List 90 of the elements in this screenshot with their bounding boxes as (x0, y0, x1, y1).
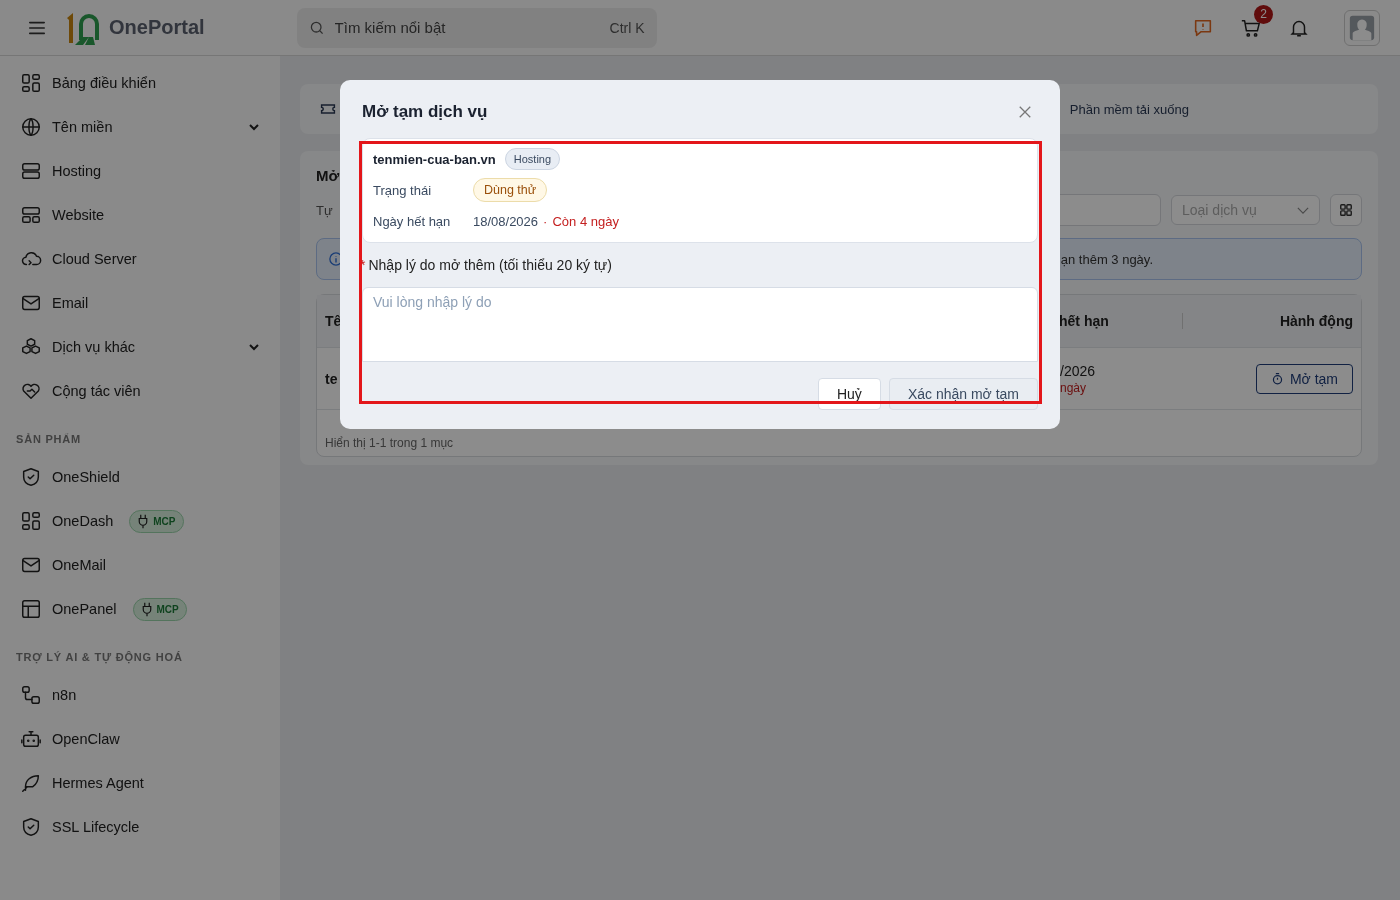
sidebar-item[interactable]: Hermes Agent (0, 761, 280, 805)
sidebar-item[interactable]: OpenClaw (0, 717, 280, 761)
sidebar-item[interactable]: Tên miền (0, 105, 280, 149)
panel-icon (20, 598, 42, 620)
sidebar-item[interactable]: Email (0, 281, 280, 325)
grid-icon (1339, 203, 1353, 217)
sidebar-item[interactable]: Bảng điều khiển (0, 61, 280, 105)
chevron-down-icon[interactable] (248, 343, 260, 351)
search-input[interactable]: Tìm kiếm nổi bật (332, 18, 610, 37)
column-header: Hành động (1278, 313, 1354, 329)
sidebar-item[interactable]: Cloud Server (0, 237, 280, 281)
section-heading: SẢN PHẨM (15, 432, 83, 447)
field-label: Trạng thái (373, 182, 433, 198)
item-label: Dịch vụ khác (52, 339, 135, 355)
view-toggle-button[interactable] (1330, 194, 1362, 226)
remaining-days: Còn 4 ngày (552, 213, 619, 229)
dashboard-icon (20, 510, 42, 532)
item-label: OneShield (52, 469, 120, 485)
globe-icon (20, 116, 42, 138)
plug-icon (140, 601, 153, 617)
user-silhouette-icon (1348, 13, 1376, 42)
feather-icon (20, 772, 42, 794)
domain-name: tenmien-cua-ban.vn (373, 151, 496, 167)
cancel-button[interactable]: Huỷ (817, 378, 881, 410)
close-icon[interactable] (1018, 104, 1032, 119)
badge-text: MCP (156, 603, 179, 615)
chevron-down-icon[interactable] (248, 123, 260, 131)
item-label: OnePanel (52, 601, 117, 617)
field-label: Ngày hết hạn (373, 213, 452, 229)
item-label: Cloud Server (52, 251, 137, 267)
table-cell-text: te (324, 370, 339, 387)
open-temporarily-button[interactable]: Mở tạm (1255, 363, 1353, 394)
confirm-button[interactable]: Xác nhận mở tạm (888, 378, 1038, 410)
shield-icon (20, 816, 42, 838)
search-icon (308, 19, 325, 36)
item-label: n8n (52, 687, 77, 703)
sidebar-item[interactable]: OneDash MCP (0, 499, 280, 543)
chevron-down-icon (1297, 206, 1309, 214)
status-badge: Dùng thử (473, 178, 548, 202)
separator-dot: · (543, 213, 548, 229)
ticket-icon (320, 103, 336, 115)
item-label: OneMail (52, 557, 106, 573)
item-label: Cộng tác viên (52, 383, 141, 399)
timer-icon (1270, 372, 1284, 385)
shortcut-hint: Ctrl K (609, 19, 645, 36)
item-label: Email (52, 295, 89, 311)
sidebar-item[interactable]: Dịch vụ khác (0, 325, 280, 369)
alert-text: ạn thêm 3 ngày. (1060, 251, 1153, 267)
dialog-title: Mở tạm dịch vụ (362, 101, 488, 122)
sidebar-item[interactable]: n8n (0, 673, 280, 717)
plug-icon (137, 513, 150, 529)
remaining-text: ngày (1060, 380, 1088, 395)
sidebar-item[interactable]: SSL Lifecycle (0, 805, 280, 849)
section-heading: TRỢ LÝ AI & TỰ ĐỘNG HOÁ (15, 650, 184, 666)
website-icon (20, 204, 42, 226)
item-label: OneDash (52, 513, 114, 529)
sidebar-item[interactable]: OnePanel MCP (0, 587, 280, 631)
sidebar-item[interactable]: OneMail (0, 543, 280, 587)
item-label: SSL Lifecycle (52, 819, 140, 835)
reason-field[interactable]: Vui lòng nhập lý do (362, 287, 1038, 362)
sidebar-item[interactable]: Website (0, 193, 280, 237)
shortcut-label[interactable]: Phần mềm tải xuống (1069, 101, 1189, 117)
search-bar[interactable]: Tìm kiếm nổi bật Ctrl K (296, 7, 657, 48)
service-type-tag: Hosting (504, 148, 561, 170)
item-label: Website (52, 207, 105, 223)
dashboard-icon (20, 72, 42, 94)
item-label: OpenClaw (52, 731, 120, 747)
app-name: OnePortal (109, 16, 205, 39)
info-icon (329, 252, 343, 266)
table-cell-text: /2026 (1060, 362, 1097, 379)
column-header: Tê (324, 313, 343, 329)
field-label: Nhập lý do mở thêm (tối thiểu 20 ký tự) (368, 257, 612, 273)
panel-title: Mở (316, 167, 340, 184)
robot-icon (20, 728, 42, 750)
cart-count-badge: 2 (1254, 4, 1273, 24)
badge-text: MCP (153, 515, 176, 527)
sidebar-item[interactable]: OneShield (0, 455, 280, 499)
item-label: Tên miền (52, 119, 113, 135)
item-label: Hermes Agent (52, 775, 144, 791)
menu-icon[interactable] (28, 19, 46, 36)
sidebar-item[interactable]: Hosting (0, 149, 280, 193)
field-value: 18/08/2026 (473, 213, 539, 229)
item-label: Bảng điều khiển (52, 75, 156, 91)
nodes-icon (20, 684, 42, 706)
sidebar-item[interactable]: Cộng tác viên (0, 369, 280, 413)
item-label: Hosting (52, 163, 102, 179)
panel-subtitle: Tự (316, 202, 333, 218)
server-icon (20, 160, 42, 182)
shield-icon (20, 466, 42, 488)
pagination-text: Hiển thị 1-1 trong 1 mục (325, 436, 454, 450)
